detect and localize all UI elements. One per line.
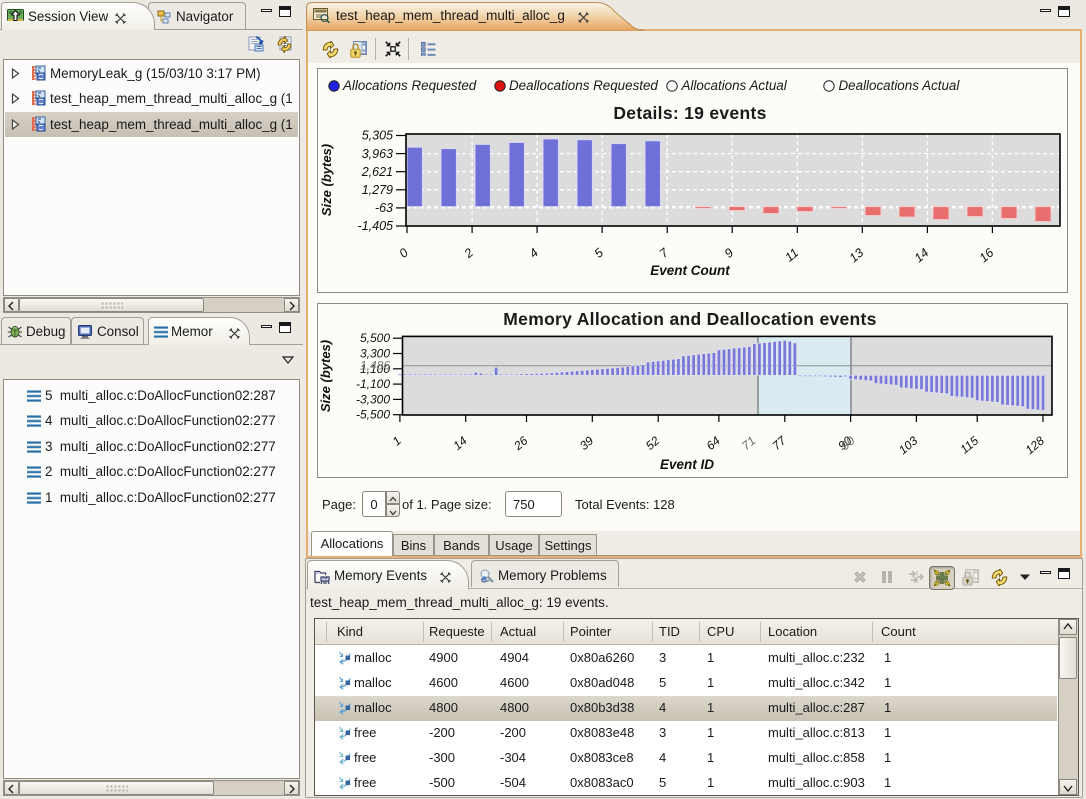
svg-text:103: 103 [896, 433, 921, 457]
svg-text:5: 5 [592, 246, 606, 261]
svg-text:1,486: 1,486 [360, 359, 390, 373]
svg-text:4: 4 [527, 246, 541, 261]
svg-text:71: 71 [739, 434, 758, 453]
svg-text:2: 2 [461, 246, 476, 262]
svg-text:13: 13 [847, 246, 867, 266]
svg-text:-1,100: -1,100 [356, 377, 390, 391]
svg-text:52: 52 [643, 433, 662, 453]
svg-text:Size (bytes): Size (bytes) [319, 144, 334, 216]
svg-text:9: 9 [722, 246, 736, 261]
svg-text:1,279: 1,279 [362, 183, 393, 197]
svg-text:77: 77 [769, 433, 789, 453]
svg-text:-1,405: -1,405 [358, 219, 393, 233]
svg-text:26: 26 [510, 433, 530, 453]
svg-text:115: 115 [957, 433, 981, 456]
svg-text:11: 11 [782, 246, 801, 265]
svg-text:0: 0 [397, 246, 411, 261]
svg-text:Size (bytes): Size (bytes) [318, 340, 333, 412]
svg-text:7: 7 [657, 245, 672, 261]
svg-text:64: 64 [704, 433, 723, 453]
svg-text:-5,500: -5,500 [356, 408, 390, 422]
svg-text:14: 14 [912, 246, 932, 266]
svg-text:Event Count: Event Count [650, 263, 730, 278]
svg-text:39: 39 [577, 433, 596, 453]
svg-text:1: 1 [390, 434, 404, 449]
svg-text:-3,300: -3,300 [356, 392, 390, 406]
svg-text:5,305: 5,305 [362, 129, 393, 143]
svg-text:-63: -63 [375, 201, 393, 215]
svg-text:128: 128 [1023, 433, 1048, 457]
svg-text:Event ID: Event ID [660, 457, 714, 472]
svg-text:3,963: 3,963 [362, 147, 393, 161]
svg-text:5,500: 5,500 [360, 331, 390, 345]
svg-text:2,621: 2,621 [361, 165, 393, 179]
svg-text:14: 14 [450, 433, 469, 453]
svg-text:16: 16 [977, 246, 997, 266]
